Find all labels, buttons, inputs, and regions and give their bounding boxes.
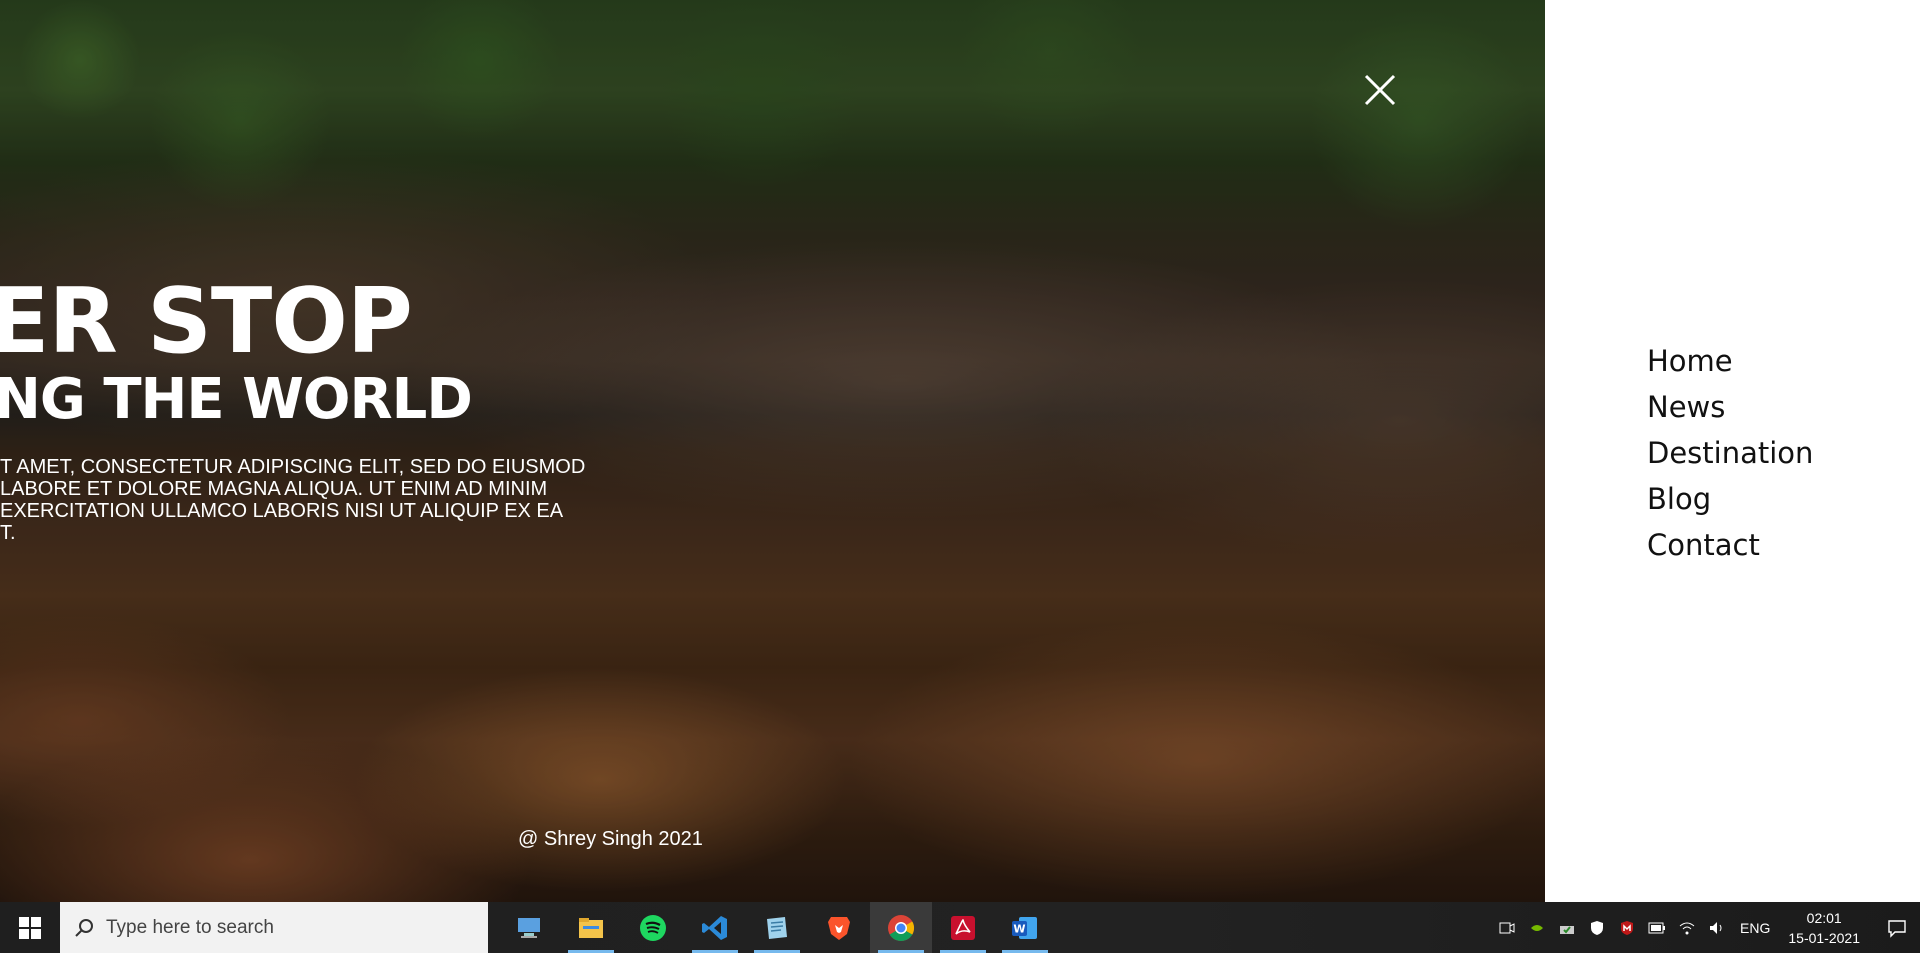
taskbar-app-chrome[interactable] — [870, 902, 932, 953]
taskbar: Type here to search W ENG 02:01 15-01-20… — [0, 902, 1920, 953]
taskbar-app-spotify[interactable] — [622, 902, 684, 953]
system-tray: ENG 02:01 15-01-2021 — [1492, 902, 1920, 953]
notification-icon — [1888, 919, 1906, 938]
language-indicator[interactable]: ENG — [1740, 920, 1770, 936]
volume-icon[interactable] — [1708, 919, 1726, 937]
mcafee-icon[interactable] — [1618, 919, 1636, 937]
spotify-icon — [640, 914, 666, 941]
paragraph-line: EXERCITATION ULLAMCO LABORIS NISI UT ALI… — [0, 500, 564, 522]
nvidia-icon[interactable] — [1528, 919, 1546, 937]
taskbar-app-vscode[interactable] — [684, 902, 746, 953]
nav-list: Home News Destination Blog Contact — [1647, 338, 1813, 568]
copyright-credit: @ Shrey Singh 2021 — [518, 828, 703, 850]
clock-date: 15-01-2021 — [1788, 929, 1860, 946]
word-icon: W — [1012, 916, 1037, 939]
nav-item-home[interactable]: Home — [1647, 338, 1813, 384]
paragraph-line: T. — [0, 522, 16, 544]
clock[interactable]: 02:01 15-01-2021 — [1788, 908, 1860, 948]
nav-item-contact[interactable]: Contact — [1647, 522, 1813, 568]
vscode-icon — [702, 915, 727, 940]
nav-panel: Home News Destination Blog Contact — [1545, 0, 1920, 902]
hero-overlay — [0, 0, 1545, 902]
chrome-icon — [888, 914, 915, 941]
close-menu-button[interactable] — [1362, 72, 1398, 108]
taskbar-app-file-explorer[interactable] — [560, 902, 622, 953]
remote-desktop-icon — [518, 917, 540, 938]
wifi-icon[interactable] — [1678, 919, 1696, 937]
paragraph-line: T AMET, CONSECTETUR ADIPISCING ELIT, SED… — [0, 456, 586, 478]
nav-item-news[interactable]: News — [1647, 384, 1813, 430]
hero-headline-line2: NG THE WORLD — [0, 367, 473, 432]
meet-now-icon[interactable] — [1498, 919, 1516, 937]
search-placeholder: Type here to search — [106, 916, 274, 938]
hero-headline-line1: ER STOP — [0, 269, 413, 374]
search-icon — [75, 918, 93, 937]
taskbar-app-word[interactable]: W — [994, 902, 1056, 953]
paragraph-line: LABORE ET DOLORE MAGNA ALIQUA. UT ENIM A… — [0, 478, 548, 500]
nav-item-destination[interactable]: Destination — [1647, 430, 1813, 476]
taskbar-search-box[interactable]: Type here to search — [60, 902, 488, 953]
taskbar-app-brave[interactable] — [808, 902, 870, 953]
battery-icon[interactable] — [1648, 919, 1666, 937]
hero-background: ER STOP NG THE WORLD T AMET, CONSECTETUR… — [0, 0, 1545, 902]
security-shield-icon[interactable] — [1588, 919, 1606, 937]
clock-time: 02:01 — [1806, 909, 1842, 926]
windows-icon — [19, 916, 41, 939]
taskbar-apps: W — [498, 902, 1056, 953]
hero-paragraph: T AMET, CONSECTETUR ADIPISCING ELIT, SED… — [0, 456, 600, 544]
taskbar-app-notepad[interactable] — [746, 902, 808, 953]
close-icon — [1364, 74, 1396, 106]
notification-center-button[interactable] — [1874, 918, 1920, 938]
notepad-icon — [767, 916, 787, 939]
taskbar-app-remote-desktop[interactable] — [498, 902, 560, 953]
start-button[interactable] — [0, 902, 60, 953]
file-explorer-icon — [579, 917, 603, 938]
brave-icon — [828, 916, 850, 940]
acrobat-icon — [951, 915, 975, 940]
taskbar-app-acrobat[interactable] — [932, 902, 994, 953]
drive-sync-icon[interactable] — [1558, 919, 1576, 937]
svg-text:W: W — [1013, 922, 1025, 935]
nav-item-blog[interactable]: Blog — [1647, 476, 1813, 522]
